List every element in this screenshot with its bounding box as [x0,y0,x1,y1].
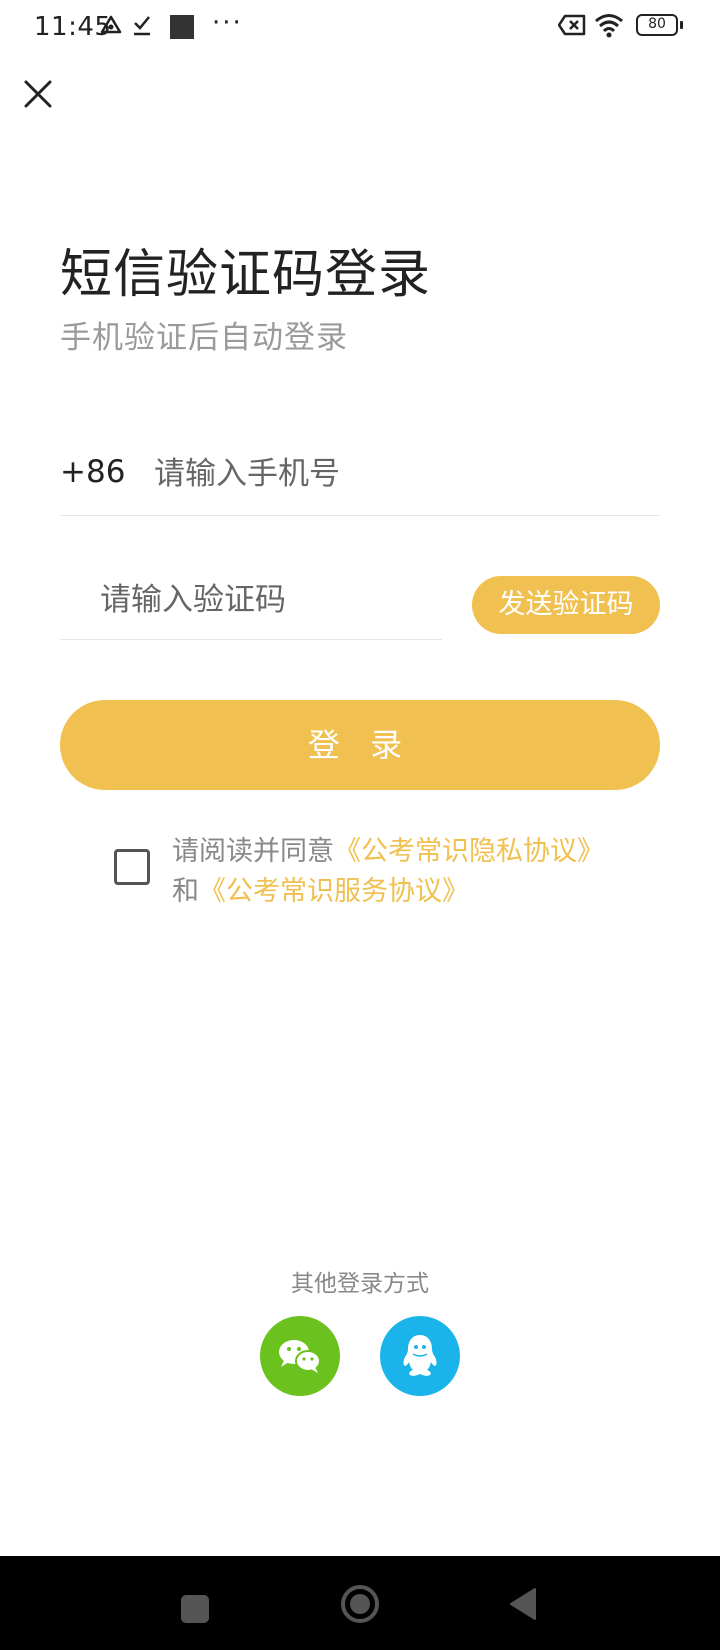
wifi-icon [594,12,624,42]
qq-icon [403,1335,437,1376]
battery-icon: 80 [636,14,683,36]
agreement-prefix: 请阅读并同意 [172,836,334,867]
sim-error-icon [557,14,586,40]
service-agreement-link[interactable]: 《公考常识服务协议》 [199,876,469,907]
download-done-icon [132,14,152,40]
agreement-conjunction: 和 [172,876,199,907]
wechat-login-button[interactable] [260,1316,340,1396]
navigation-status-icon [100,14,122,40]
triangle-back-icon [510,1588,536,1620]
recent-apps-button[interactable] [180,1594,210,1628]
privacy-agreement-link[interactable]: 《公考常识隐私协议》 [334,836,604,867]
square-icon [181,1595,209,1623]
phone-field-row: +86 [60,440,660,516]
system-navigation-bar [0,1556,720,1650]
home-button[interactable] [340,1584,380,1628]
other-login-label: 其他登录方式 [291,1271,429,1297]
country-code[interactable]: +86 [60,454,125,490]
verification-code-input[interactable] [100,572,430,628]
back-button[interactable] [508,1587,538,1625]
agreement-text: 请阅读并同意《公考常识隐私协议》 和《公考常识服务协议》 [172,832,652,912]
send-code-button[interactable]: 发送验证码 [472,576,660,634]
circle-icon [341,1585,379,1623]
page-title: 短信验证码登录 [60,245,432,305]
login-screen: 11:45 ··· 80 短信验证码登录 手机验证后自动登录 +86 请输入手机… [0,0,720,1650]
page-subtitle: 手机验证后自动登录 [60,320,348,356]
qq-login-button[interactable] [380,1316,460,1396]
agreement-checkbox[interactable] [114,849,150,885]
status-bar: 11:45 ··· 80 [0,0,720,56]
close-button[interactable] [20,76,56,112]
app-notification-icon [170,15,194,43]
login-button[interactable]: 登 录 [60,700,660,790]
more-notifications-icon: ··· [212,8,243,38]
close-icon [24,80,52,108]
code-field-row [60,560,442,640]
wechat-icon [279,1340,321,1373]
phone-input[interactable] [154,444,654,504]
